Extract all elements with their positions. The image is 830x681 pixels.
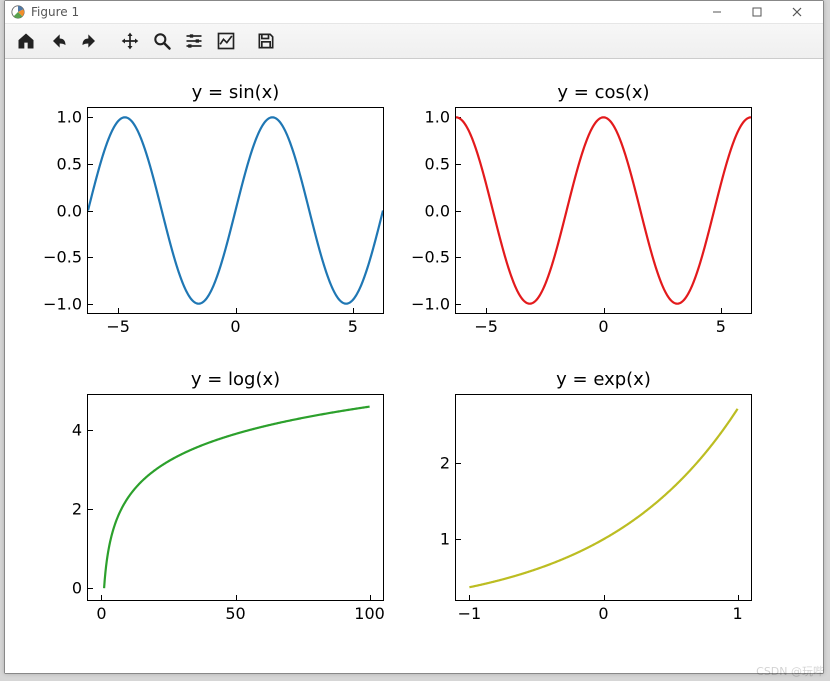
ytick-label: −1.0: [43, 294, 88, 313]
subplot-cos: y = cos(x)−505−1.0−0.50.00.51.0: [455, 107, 752, 314]
plot-line: [456, 395, 751, 600]
subplot-sin: y = sin(x)−505−1.0−0.50.00.51.0: [87, 107, 384, 314]
axes-title: y = exp(x): [456, 369, 751, 390]
axes-title: y = log(x): [88, 369, 383, 390]
zoom-icon[interactable]: [147, 27, 177, 55]
xtick-label: −5: [106, 313, 130, 336]
figure-window: Figure 1: [4, 0, 824, 674]
pan-icon[interactable]: [115, 27, 145, 55]
close-button[interactable]: [777, 2, 817, 22]
maximize-button[interactable]: [737, 2, 777, 22]
window-title: Figure 1: [31, 5, 79, 19]
figure-canvas[interactable]: y = sin(x)−505−1.0−0.50.00.51.0 y = cos(…: [5, 59, 823, 673]
ytick-label: 1.0: [57, 108, 88, 127]
ytick-label: −0.5: [43, 248, 88, 267]
xtick-label: 5: [716, 313, 726, 336]
ytick-label: 0.5: [57, 154, 88, 173]
back-icon[interactable]: [43, 27, 73, 55]
xtick-label: 100: [354, 600, 385, 623]
xtick-label: −5: [474, 313, 498, 336]
ytick-label: −1.0: [411, 294, 456, 313]
xtick-label: 0: [96, 600, 106, 623]
xtick-label: 0: [230, 313, 240, 336]
axes-title: y = cos(x): [456, 82, 751, 103]
home-icon[interactable]: [11, 27, 41, 55]
plot-line: [88, 395, 383, 600]
subplot-log: y = log(x)050100024: [87, 394, 384, 601]
xtick-label: 5: [348, 313, 358, 336]
subplot-exp: y = exp(x)−10112: [455, 394, 752, 601]
ytick-label: 0.5: [425, 154, 456, 173]
forward-icon[interactable]: [75, 27, 105, 55]
ytick-label: 0: [72, 579, 88, 598]
plot-line: [456, 108, 751, 313]
axes-title: y = sin(x): [88, 82, 383, 103]
ytick-label: 1.0: [425, 108, 456, 127]
plot-line: [88, 108, 383, 313]
ytick-label: 1: [440, 530, 456, 549]
save-icon[interactable]: [251, 27, 281, 55]
configure-subplots-icon[interactable]: [179, 27, 209, 55]
ytick-label: −0.5: [411, 248, 456, 267]
ytick-label: 4: [72, 421, 88, 440]
ytick-label: 0.0: [425, 201, 456, 220]
xtick-label: 50: [225, 600, 245, 623]
ytick-label: 2: [440, 454, 456, 473]
toolbar: [5, 24, 823, 59]
xtick-label: 0: [598, 313, 608, 336]
minimize-button[interactable]: [697, 2, 737, 22]
xtick-label: −1: [458, 600, 482, 623]
ytick-label: 2: [72, 500, 88, 519]
matplotlib-icon: [11, 5, 25, 19]
xtick-label: 1: [732, 600, 742, 623]
ytick-label: 0.0: [57, 201, 88, 220]
titlebar: Figure 1: [5, 1, 823, 24]
edit-axis-icon[interactable]: [211, 27, 241, 55]
xtick-label: 0: [598, 600, 608, 623]
